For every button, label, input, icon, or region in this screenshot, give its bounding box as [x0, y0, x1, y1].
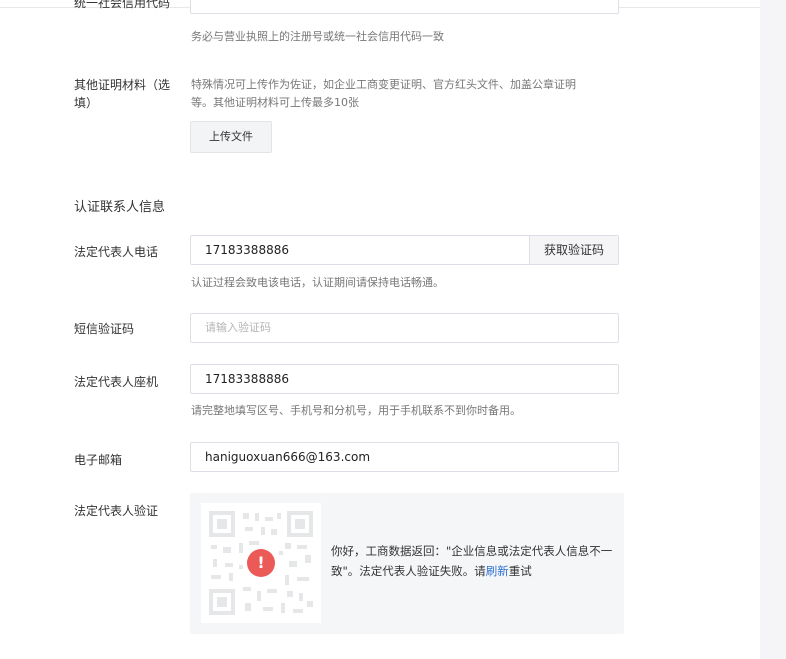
other-docs-desc-line2: 等。其他证明材料可上传最多10张 — [191, 96, 359, 109]
scrollbar-track[interactable] — [760, 0, 786, 659]
legal-verify-panel: ! 你好，工商数据返回："企业信息或法定代表人信息不一致"。法定代表人验证失败。… — [190, 493, 624, 634]
sms-code-label: 短信验证码 — [74, 322, 135, 336]
email-label: 电子邮箱 — [74, 453, 123, 467]
legal-verify-message: 你好，工商数据返回："企业信息或法定代表人信息不一致"。法定代表人验证失败。请刷… — [331, 541, 616, 581]
legal-verify-label: 法定代表人验证 — [74, 504, 159, 518]
other-docs-desc-line1: 特殊情况可上传作为佐证，如企业工商变更证明、官方红头文件、加盖公章证明 — [191, 78, 576, 91]
credit-code-input[interactable] — [190, 0, 619, 14]
upload-file-button[interactable]: 上传文件 — [190, 121, 272, 153]
credit-code-hint: 务必与营业执照上的注册号或统一社会信用代码一致 — [191, 30, 444, 43]
sms-code-input[interactable]: 请输入验证码 — [190, 313, 619, 343]
section-title: 认证联系人信息 — [74, 200, 166, 215]
credit-code-label: 统一社会信用代码 — [74, 0, 171, 10]
other-docs-label-line1: 其他证明材料（选 — [74, 78, 171, 92]
error-circle-icon: ! — [247, 549, 275, 577]
qr-code-icon: ! — [201, 503, 321, 623]
legal-landline-hint: 请完整地填写区号、手机号和分机号，用于手机联系不到你时备用。 — [191, 404, 521, 417]
email-input[interactable]: haniguoxuan666@163.com — [190, 442, 619, 472]
other-docs-label-line2: 填） — [74, 96, 99, 110]
verify-msg-suffix: 重试 — [508, 564, 532, 578]
legal-phone-value: 17183388886 — [205, 243, 289, 257]
legal-phone-input[interactable]: 17183388886 获取验证码 — [190, 235, 619, 265]
legal-landline-input[interactable]: 17183388886 — [190, 364, 619, 394]
get-code-button[interactable]: 获取验证码 — [529, 236, 618, 264]
refresh-link[interactable]: 刷新 — [486, 564, 509, 578]
legal-landline-label: 法定代表人座机 — [74, 375, 159, 389]
legal-phone-label: 法定代表人电话 — [74, 245, 159, 259]
legal-phone-hint: 认证过程会致电该电话，认证期间请保持电话畅通。 — [191, 276, 444, 289]
verify-msg-prefix: 你好，工商数据返回："企业信息或法定代表人信息不一致"。法定代表人验证失败。请 — [331, 544, 613, 578]
